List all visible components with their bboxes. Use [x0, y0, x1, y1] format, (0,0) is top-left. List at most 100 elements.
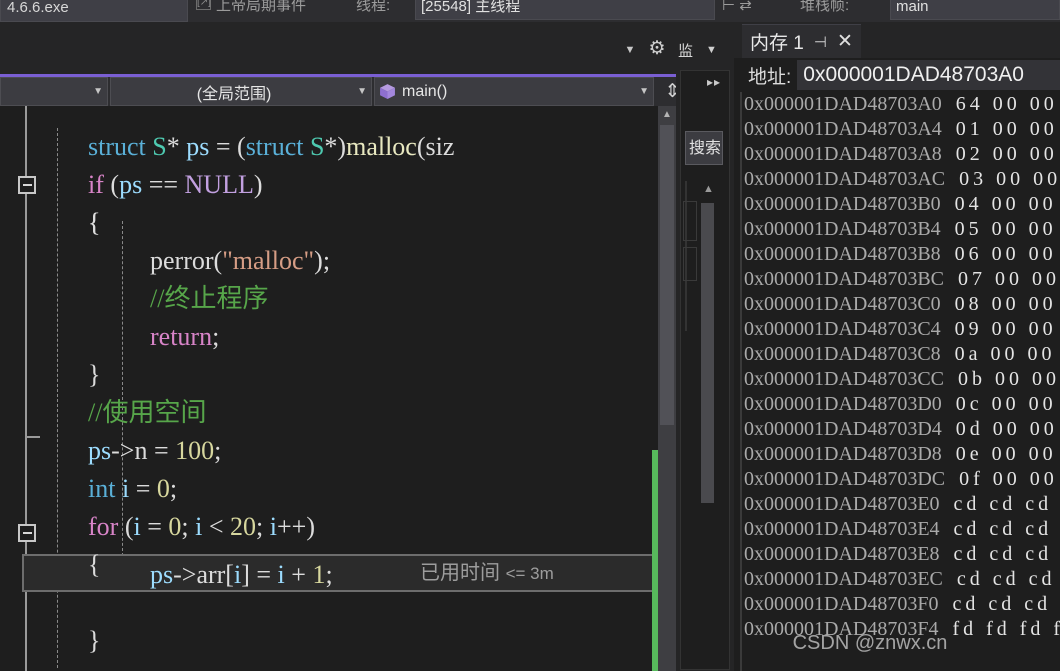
memory-tab[interactable]: 内存 1 ⊣ ✕	[742, 24, 861, 58]
watch-panel-body[interactable]: ▸▸ 搜索 ▲	[680, 70, 730, 670]
code-token: malloc	[346, 132, 417, 161]
code-token: ;	[212, 322, 220, 351]
memory-row-bytes: 0f 00 00 00	[959, 468, 1058, 490]
stack-frame-label: 堆栈帧:	[800, 0, 850, 14]
code-line[interactable]: ps->n = 100;	[88, 432, 221, 470]
gear-icon[interactable]: ⚙	[646, 38, 668, 60]
code-line[interactable]: int i = 0;	[88, 470, 177, 508]
code-line[interactable]: //使用空间	[88, 394, 206, 432]
scroll-up-arrow-icon[interactable]: ▲	[703, 183, 714, 195]
code-token: = (	[209, 132, 246, 161]
memory-row: 0x000001DAD48703F4 fd fd fd fd	[744, 617, 1060, 642]
code-token: (	[213, 246, 223, 275]
code-lines-container[interactable]: {struct S* ps = (struct S*)malloc(siz if …	[0, 106, 658, 671]
code-token: 0	[168, 512, 182, 541]
code-token: ps	[186, 132, 210, 161]
memory-row-bytes: 0e 00 00 00	[955, 443, 1057, 465]
code-token: <	[202, 512, 231, 541]
code-token: if	[88, 170, 104, 199]
event-label: 上帝局期事件	[216, 0, 307, 14]
memory-left-rail	[740, 92, 742, 671]
elapsed-time-adornment: 已用时间 <= 3m	[420, 554, 554, 592]
watch-panel-strip[interactable]: 监 ▼ ▸▸ 搜索 ▲	[676, 22, 734, 671]
address-label: 地址:	[748, 66, 792, 88]
stack-frame-combo[interactable]: main	[890, 0, 1060, 20]
code-line[interactable]: ps->arr[i] = i + 1;	[150, 556, 333, 594]
memory-row-address: 0x000001DAD48703D4	[744, 418, 942, 440]
scope-combo[interactable]: (全局范围) ▼	[110, 77, 372, 106]
memory-row: 0x000001DAD48703C4 09 00 00 00	[744, 317, 1060, 342]
code-token: S	[152, 132, 167, 161]
memory-tab-title: 内存 1	[750, 33, 804, 54]
watch-scrollbar-thumb[interactable]	[701, 203, 714, 503]
thread-combo[interactable]: [25548] 主线程	[415, 0, 715, 20]
scrollbar-thumb[interactable]	[660, 125, 674, 425]
scroll-up-arrow-icon[interactable]: ▲	[658, 106, 676, 123]
address-input[interactable]: 0x000001DAD48703A0	[797, 60, 1060, 90]
memory-row-bytes: 02 00 00 00	[955, 143, 1058, 165]
memory-row-address: 0x000001DAD48703D0	[744, 393, 942, 415]
pin-icon[interactable]: ⊣	[814, 33, 827, 51]
code-token: ;	[214, 436, 222, 465]
project-combo[interactable]: ▼	[0, 77, 108, 106]
memory-row: 0x000001DAD48703BC 07 00 00 00	[744, 267, 1060, 292]
code-line[interactable]: perror("malloc");	[150, 242, 330, 280]
code-line[interactable]: }	[88, 356, 100, 394]
memory-row: 0x000001DAD48703F0 cd cd cd cd	[744, 592, 1060, 617]
memory-row-address: 0x000001DAD48703B0	[744, 193, 941, 215]
code-line[interactable]: //终止程序	[150, 280, 268, 318]
memory-row-bytes: 03 00 00 00	[959, 168, 1060, 190]
elapsed-time-value: <= 3m	[505, 564, 554, 583]
code-line[interactable]: {	[88, 546, 100, 584]
overflow-dots-icon[interactable]: ▸▸	[707, 75, 721, 89]
memory-row: 0x000001DAD48703A8 02 00 00 00	[744, 142, 1060, 167]
code-token: =	[129, 474, 157, 503]
memory-row-bytes: cd cd cd cd	[952, 593, 1052, 615]
close-icon[interactable]: ✕	[837, 30, 853, 53]
elapsed-time-label: 已用时间	[420, 562, 500, 584]
memory-row: 0x000001DAD48703D0 0c 00 00 00	[744, 392, 1060, 417]
code-editor[interactable]: {struct S* ps = (struct S*)malloc(siz if …	[0, 106, 658, 671]
memory-row-address: 0x000001DAD48703BC	[744, 268, 945, 290]
chevron-down-icon: ▼	[639, 86, 649, 97]
memory-row-bytes: 09 00 00 00	[954, 318, 1057, 340]
code-line[interactable]: if (ps == NULL)	[88, 166, 263, 204]
chevron-down-icon[interactable]: ▼	[622, 44, 638, 56]
code-token: i	[269, 512, 278, 541]
memory-row-bytes: 0b 00 00 00	[958, 368, 1060, 390]
code-line[interactable]: struct S* ps = (struct S*)malloc(siz	[88, 128, 454, 166]
code-token: struct	[88, 132, 153, 161]
memory-row-bytes: cd cd cd cd	[953, 493, 1053, 515]
member-combo[interactable]: main() ▼	[374, 77, 654, 106]
memory-dump-body[interactable]: 0x000001DAD48703A064 00 00 000x000001DAD…	[734, 92, 1060, 671]
top-window-strip: 4.6.6.exe [↗] 上帝局期事件 线程: [25548] 主线程 ⊢ ⇄…	[0, 0, 1060, 22]
code-line[interactable]: return;	[150, 318, 219, 356]
event-icon: [↗]	[196, 0, 211, 10]
code-token: ;	[181, 512, 196, 541]
memory-row: 0x000001DAD48703A4 01 00 00 00	[744, 117, 1060, 142]
code-token: =	[140, 512, 169, 541]
memory-row-address: 0x000001DAD48703D8	[744, 443, 942, 465]
code-token: (	[103, 170, 120, 199]
code-token: ++)	[277, 512, 315, 541]
memory-row-address: 0x000001DAD48703EC	[744, 568, 943, 590]
watch-tab-label[interactable]: 监	[678, 40, 704, 64]
code-line[interactable]: {	[88, 204, 100, 242]
memory-row-address: 0x000001DAD48703A4	[744, 118, 942, 140]
memory-row: 0x000001DAD48703DC 0f 00 00 00	[744, 467, 1060, 492]
watch-search-input[interactable]: 搜索	[685, 131, 723, 165]
code-line[interactable]: }	[88, 622, 100, 660]
memory-row: 0x000001DAD48703AC 03 00 00 00	[744, 167, 1060, 192]
code-line[interactable]: for (i = 0; i < 20; i++)	[88, 508, 315, 546]
code-token: ->n =	[111, 436, 176, 465]
chevron-down-icon[interactable]: ▼	[706, 44, 717, 56]
memory-row-bytes: cd cd cd cd	[953, 518, 1053, 540]
memory-window[interactable]: 内存 1 ⊣ ✕ 地址: 0x000001DAD48703A0 0x000001…	[734, 22, 1060, 671]
code-token: 100	[175, 436, 215, 465]
memory-row-address: 0x000001DAD48703AC	[744, 168, 946, 190]
code-token: ] =	[241, 560, 278, 589]
editor-vertical-scrollbar[interactable]: ▲	[658, 106, 676, 671]
memory-row: 0x000001DAD48703E4 cd cd cd cd	[744, 517, 1060, 542]
process-tab[interactable]: 4.6.6.exe	[0, 0, 188, 22]
code-token: );	[314, 246, 331, 275]
